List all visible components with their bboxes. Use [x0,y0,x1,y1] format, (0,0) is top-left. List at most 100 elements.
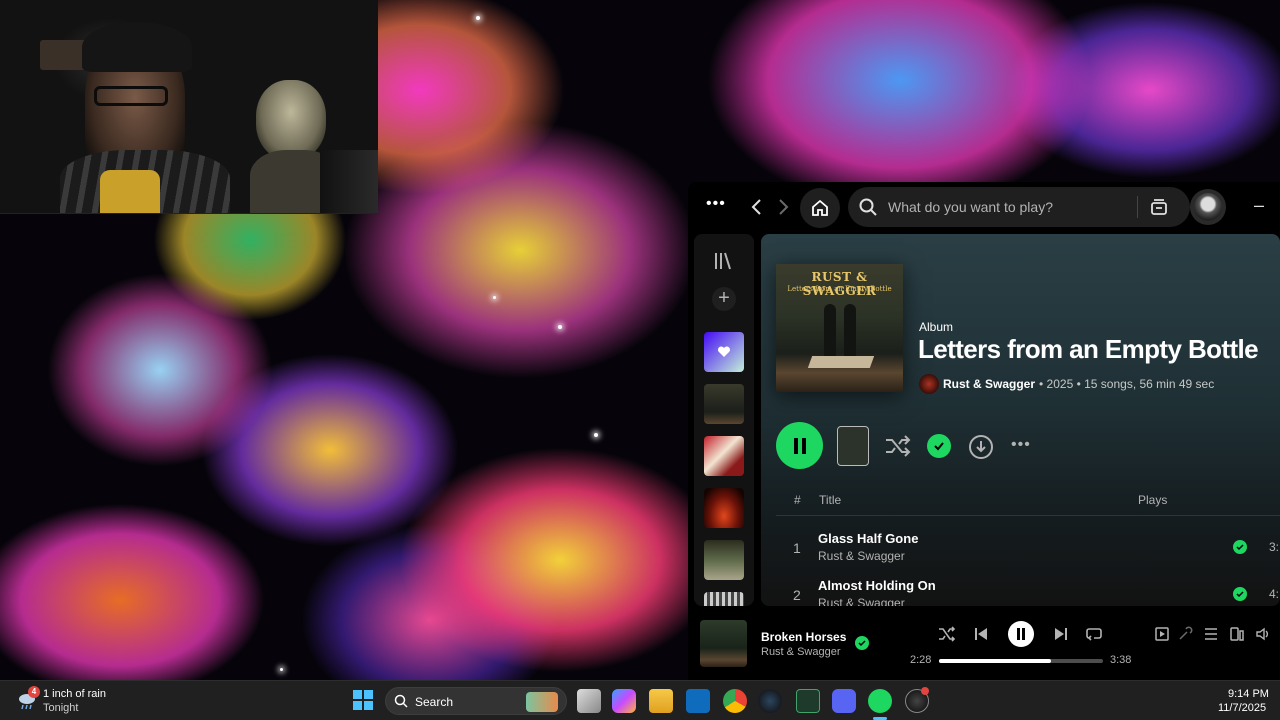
track-length: 3:38 [1110,654,1132,666]
album-view: RUST & SWAGGER Letters from an Empty Bot… [761,234,1280,606]
pause-button[interactable] [776,422,823,469]
browse-icon[interactable] [1149,197,1169,217]
track-title[interactable]: Almost Holding On [818,578,936,593]
weather-summary[interactable]: 1 inch of rain [43,688,106,700]
saved-check-icon[interactable] [855,636,869,650]
heart-icon [717,346,731,357]
library-item-album[interactable] [704,540,744,580]
library-sidebar: + [694,234,754,606]
play-pause-button[interactable] [1008,621,1034,647]
saved-check-icon[interactable] [1233,540,1247,554]
library-item-album[interactable] [704,384,744,424]
track-title[interactable]: Glass Half Gone [818,531,918,546]
now-playing-cover[interactable] [700,620,747,667]
progress-fill [939,659,1051,663]
column-number: # [794,493,801,507]
clock-time[interactable]: 9:14 PM [1228,688,1269,700]
weather-badge: 4 [28,686,40,698]
track-artist[interactable]: Rust & Swagger [818,596,905,606]
connect-device-icon[interactable] [1229,626,1245,642]
repeat-icon[interactable] [1085,625,1103,643]
liked-songs-item[interactable] [704,332,744,372]
discord-icon[interactable] [832,689,856,713]
now-playing-artist[interactable]: Rust & Swagger [761,646,840,658]
library-item-album[interactable] [704,488,744,528]
lyrics-icon[interactable] [1177,626,1193,642]
webcam-overlay [0,0,378,214]
forward-arrow-icon[interactable] [778,198,790,216]
weather-time: Tonight [43,702,79,714]
library-icon[interactable] [713,251,735,271]
now-playing-title[interactable]: Broken Horses [761,630,846,644]
playback-position: 2:28 [910,654,932,666]
spotify-window: ••• What do you want to play? – + RUST &… [688,182,1280,680]
home-button[interactable] [800,188,840,228]
user-avatar[interactable] [1190,189,1226,225]
queue-icon[interactable] [1203,626,1219,642]
download-icon[interactable] [968,434,994,460]
clock-date[interactable]: 11/7/2025 [1218,702,1266,714]
artist-link[interactable]: Rust & Swagger [943,377,1035,391]
search-divider [1137,196,1138,218]
start-icon[interactable] [352,689,374,711]
track-number: 2 [793,587,801,603]
library-item-album[interactable] [704,436,744,476]
album-title: Letters from an Empty Bottle [918,334,1259,364]
task-view-icon[interactable] [577,689,601,713]
recording-dot-icon [921,687,929,695]
outlook-icon[interactable] [686,689,710,713]
track-row[interactable]: 2 Almost Holding On Rust & Swagger 4: [776,571,1280,606]
track-artist[interactable]: Rust & Swagger [818,549,905,563]
previous-track-icon[interactable] [973,626,989,642]
star [558,325,562,329]
saved-check-icon[interactable] [1233,587,1247,601]
cover-subtitle: Letters from an Empty Bottle [787,285,892,293]
album-type-label: Album [919,320,954,334]
pause-icon [1017,628,1025,640]
steam-icon[interactable] [758,689,782,713]
volume-icon[interactable] [1255,626,1271,642]
more-menu-icon[interactable]: ••• [706,196,726,212]
create-playlist-button[interactable]: + [712,287,736,311]
search-bar[interactable]: What do you want to play? [848,187,1190,227]
terminal-icon[interactable] [796,689,820,713]
windows-taskbar: 4 1 inch of rain Tonight Search 9:14 PM … [0,680,1280,720]
search-highlight-icon [526,692,558,712]
track-number: 1 [793,540,801,556]
album-details: • 2025 • 15 songs, 56 min 49 sec [1039,377,1215,391]
star [493,296,496,299]
progress-bar[interactable] [939,659,1103,663]
now-playing-view-icon[interactable] [1154,626,1170,642]
star [594,433,598,437]
search-input[interactable]: What do you want to play? [888,199,1053,215]
back-arrow-icon[interactable] [750,198,762,216]
more-options-icon[interactable]: ••• [1011,436,1031,454]
track-duration: 3: [1269,540,1280,554]
file-explorer-icon[interactable] [649,689,673,713]
taskbar-search[interactable]: Search [385,687,567,715]
now-playing-bar: Broken Horses Rust & Swagger 2:28 3:38 [688,612,1280,680]
album-cover: RUST & SWAGGER Letters from an Empty Bot… [776,264,903,392]
shuffle-icon[interactable] [884,434,912,458]
track-row[interactable]: 1 Glass Half Gone Rust & Swagger 3: [776,524,1280,570]
chrome-icon[interactable] [723,689,747,713]
minimize-icon[interactable]: – [1254,196,1264,214]
saved-to-library-icon[interactable] [927,434,951,458]
taskbar-search-label: Search [415,695,454,709]
shuffle-icon[interactable] [938,625,956,643]
copilot-icon[interactable] [612,689,636,713]
album-preview-thumbnail[interactable] [837,426,869,466]
desktop: ••• What do you want to play? – + RUST &… [0,0,1280,720]
next-track-icon[interactable] [1053,626,1069,642]
album-meta: Rust & Swagger • 2025 • 15 songs, 56 min… [919,374,1214,394]
cover-title: RUST & SWAGGER [802,270,877,298]
home-icon [812,199,828,216]
top-bar: ••• What do you want to play? – [688,182,1280,232]
tracklist-header: # Title Plays [776,490,1280,516]
star [476,16,480,20]
artist-avatar[interactable] [919,374,939,394]
column-plays: Plays [1138,493,1168,507]
star [280,668,283,671]
library-item-album[interactable] [704,592,744,606]
spotify-taskbar-icon[interactable] [868,689,892,713]
